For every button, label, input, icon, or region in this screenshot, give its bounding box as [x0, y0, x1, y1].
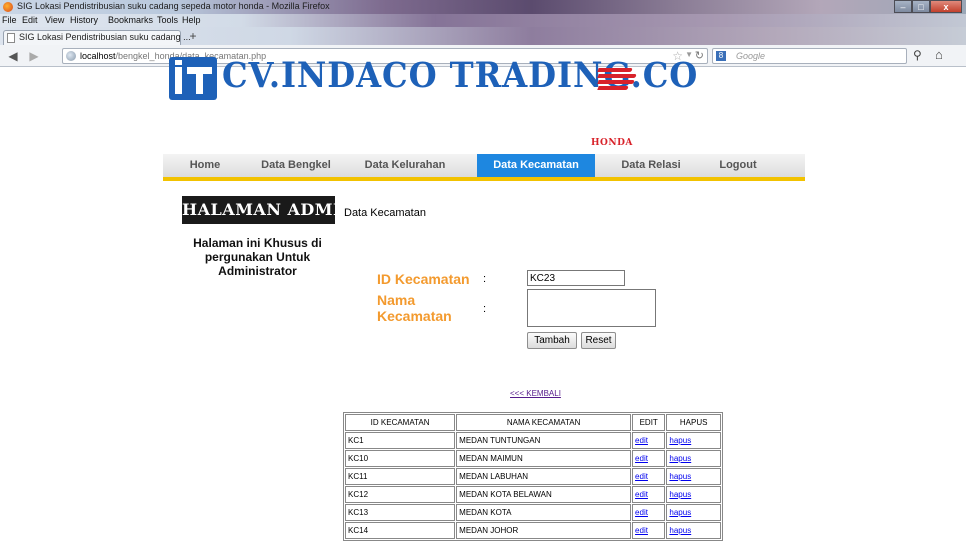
browser-tab[interactable]: SIG Lokasi Pendistribusian suku cadang .… — [3, 30, 191, 45]
nav-data-relasi[interactable]: Data Relasi — [607, 154, 695, 177]
nama-kecamatan-label: Nama Kecamatan — [377, 292, 452, 324]
table-row: KC11 MEDAN LABUHAN edit hapus — [345, 468, 721, 485]
window-title: SIG Lokasi Pendistribusian suku cadang s… — [17, 1, 330, 11]
cell-name: MEDAN LABUHAN — [456, 468, 632, 485]
page-subtitle: Data Kecamatan — [344, 207, 426, 219]
nav-data-bengkel[interactable]: Data Bengkel — [251, 154, 341, 177]
search-icon[interactable]: ⚲ — [913, 48, 922, 62]
menu-edit[interactable]: Edit — [22, 15, 38, 25]
nav-data-kelurahan[interactable]: Data Kelurahan — [347, 154, 463, 177]
menu-help[interactable]: Help — [182, 15, 201, 25]
id-kecamatan-input[interactable] — [527, 270, 625, 286]
menu-file[interactable]: File — [2, 15, 17, 25]
search-engine-icon[interactable]: 8 — [716, 51, 726, 61]
edit-link[interactable]: edit — [635, 508, 648, 517]
hapus-link[interactable]: hapus — [669, 526, 691, 535]
nav-data-kecamatan[interactable]: Data Kecamatan — [477, 154, 595, 177]
nama-kecamatan-input[interactable] — [527, 289, 656, 327]
hapus-link[interactable]: hapus — [669, 508, 691, 517]
forward-arrow-icon[interactable]: ▶ — [26, 48, 42, 64]
table-row: KC1 MEDAN TUNTUNGAN edit hapus — [345, 432, 721, 449]
main-navigation: Home Data Bengkel Data Kelurahan Data Ke… — [163, 154, 805, 181]
globe-icon — [66, 51, 76, 61]
minimize-button[interactable]: – — [894, 0, 912, 13]
form-colon: : — [483, 273, 487, 285]
page-icon — [7, 33, 15, 43]
firefox-icon — [3, 2, 13, 12]
edit-link[interactable]: edit — [635, 490, 648, 499]
reset-button[interactable]: Reset — [581, 332, 616, 349]
header-edit: EDIT — [632, 414, 666, 431]
cell-name: MEDAN KOTA BELAWAN — [456, 486, 632, 503]
home-icon[interactable]: ⌂ — [935, 47, 943, 62]
honda-wing-icon — [596, 60, 637, 100]
cell-id: KC13 — [345, 504, 456, 521]
maximize-button[interactable]: □ — [912, 0, 930, 13]
window-controls: – □ x — [894, 0, 962, 13]
company-logo-icon — [169, 57, 217, 100]
menu-tools[interactable]: Tools — [157, 15, 178, 25]
honda-brand-text: HONDA — [591, 138, 633, 148]
header-hapus: HAPUS — [666, 414, 721, 431]
cell-name: MEDAN JOHOR — [456, 522, 632, 539]
form-colon: : — [483, 303, 487, 315]
edit-link[interactable]: edit — [635, 472, 648, 481]
cell-name: MEDAN MAIMUN — [456, 450, 632, 467]
tab-label: SIG Lokasi Pendistribusian suku cadang .… — [19, 32, 191, 42]
window-titlebar: SIG Lokasi Pendistribusian suku cadang s… — [0, 0, 966, 14]
nav-home[interactable]: Home — [173, 154, 237, 177]
table-row: KC10 MEDAN MAIMUN edit hapus — [345, 450, 721, 467]
header-name: NAMA KECAMATAN — [456, 414, 632, 431]
search-box[interactable]: 8 Google — [712, 48, 907, 64]
menu-bar: File Edit View History Bookmarks Tools H… — [0, 14, 966, 27]
cell-id: KC1 — [345, 432, 456, 449]
back-arrow-icon[interactable]: ◀ — [5, 48, 21, 64]
cell-id: KC11 — [345, 468, 456, 485]
menu-view[interactable]: View — [45, 15, 64, 25]
admin-description: Halaman ini Khusus di pergunakan Untuk A… — [193, 236, 322, 278]
edit-link[interactable]: edit — [635, 454, 648, 463]
close-button[interactable]: x — [930, 0, 962, 13]
back-link[interactable]: <<< KEMBALI — [510, 389, 561, 398]
search-placeholder: Google — [736, 51, 766, 61]
table-header-row: ID KECAMATAN NAMA KECAMATAN EDIT HAPUS — [345, 414, 721, 431]
url-host: localhost — [80, 51, 116, 61]
edit-link[interactable]: edit — [635, 526, 648, 535]
menu-history[interactable]: History — [70, 15, 98, 25]
cell-name: MEDAN TUNTUNGAN — [456, 432, 632, 449]
menu-bookmarks[interactable]: Bookmarks — [108, 15, 153, 25]
cell-id: KC12 — [345, 486, 456, 503]
edit-link[interactable]: edit — [635, 436, 648, 445]
table-row: KC12 MEDAN KOTA BELAWAN edit hapus — [345, 486, 721, 503]
kecamatan-table: ID KECAMATAN NAMA KECAMATAN EDIT HAPUS K… — [343, 412, 723, 541]
table-row: KC13 MEDAN KOTA edit hapus — [345, 504, 721, 521]
tambah-button[interactable]: Tambah — [527, 332, 577, 349]
hapus-link[interactable]: hapus — [669, 436, 691, 445]
nav-logout[interactable]: Logout — [703, 154, 773, 177]
cell-id: KC14 — [345, 522, 456, 539]
hapus-link[interactable]: hapus — [669, 454, 691, 463]
cell-id: KC10 — [345, 450, 456, 467]
hapus-link[interactable]: hapus — [669, 490, 691, 499]
id-kecamatan-label: ID Kecamatan — [377, 271, 470, 287]
hapus-link[interactable]: hapus — [669, 472, 691, 481]
header-id: ID KECAMATAN — [345, 414, 456, 431]
admin-page-title: HALAMAN ADMIN — [182, 196, 356, 224]
cell-name: MEDAN KOTA — [456, 504, 632, 521]
table-row: KC14 MEDAN JOHOR edit hapus — [345, 522, 721, 539]
new-tab-button[interactable]: + — [186, 30, 200, 43]
tab-bar: SIG Lokasi Pendistribusian suku cadang .… — [0, 27, 966, 45]
